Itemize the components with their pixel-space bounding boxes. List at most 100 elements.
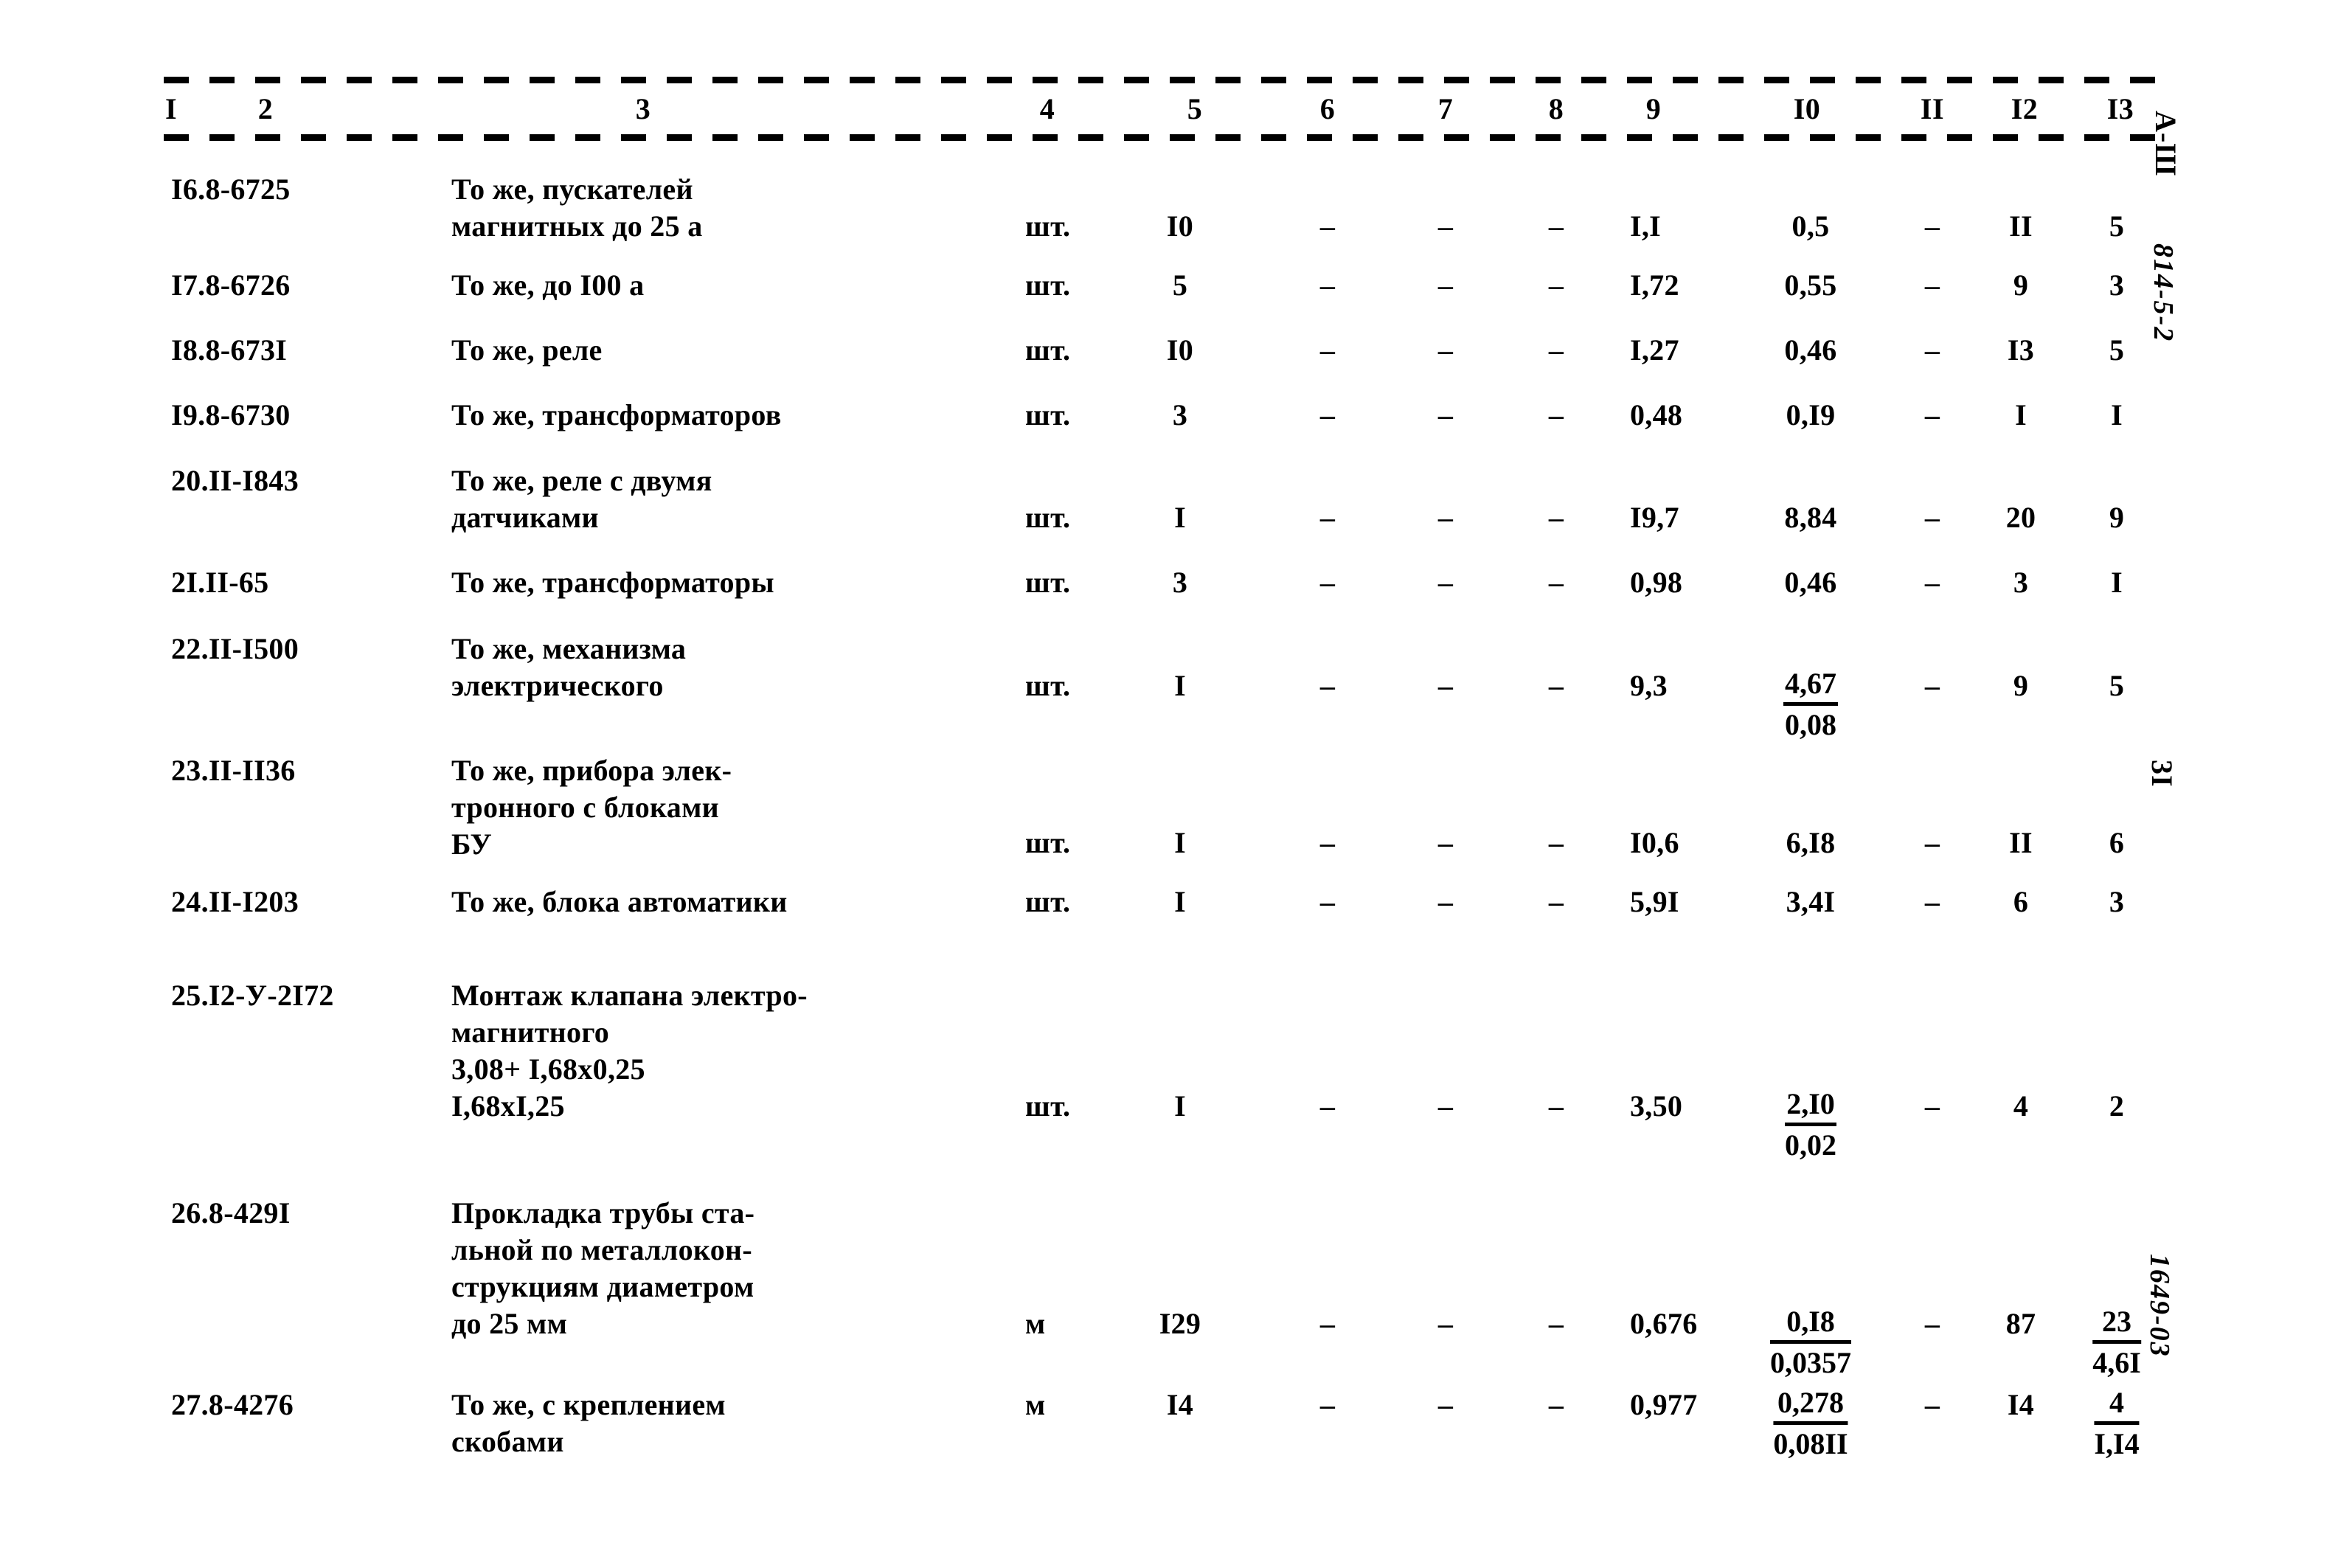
row-description-line: льной по металлокон- <box>451 1233 752 1266</box>
row-col9: I0,6 <box>1630 826 1679 859</box>
row-description-line: скобами <box>451 1425 564 1458</box>
row-col10-fraction: 2,I0 0,02 <box>1785 1086 1836 1163</box>
row-col12: 9 <box>2013 669 2029 702</box>
row-col13: I <box>2111 398 2123 431</box>
row-description-line: То же, с креплением <box>451 1388 726 1421</box>
row-code: 20.II-I843 <box>171 464 299 497</box>
row-col13-fraction: 4 I,I4 <box>2094 1385 2140 1462</box>
row-col13-denominator: 4,6I <box>2092 1346 2141 1379</box>
row-description-line: электрического <box>451 669 664 702</box>
row-description-line: до 25 мм <box>451 1307 568 1340</box>
row-unit: шт. <box>1025 669 1071 702</box>
row-unit: шт. <box>1025 333 1071 367</box>
row-quantity: I0 <box>1166 333 1194 367</box>
row-col12: 9 <box>2013 268 2029 302</box>
row-col6: – <box>1319 398 1336 431</box>
row-code: 25.I2-У-2I72 <box>171 979 334 1012</box>
row-unit: шт. <box>1025 1089 1071 1123</box>
row-unit: шт. <box>1025 398 1071 431</box>
row-col9: 0,676 <box>1630 1307 1698 1340</box>
row-col11: – <box>1924 209 1940 243</box>
row-col10: 0,46 <box>1784 566 1837 599</box>
row-col7: – <box>1437 885 1454 918</box>
row-col10-denominator: 0,08II <box>1773 1427 1848 1460</box>
row-col13: 2 <box>2109 1089 2125 1123</box>
row-col6: – <box>1319 566 1336 599</box>
row-col7: – <box>1437 268 1454 302</box>
row-code: 26.8-429I <box>171 1196 291 1229</box>
row-description-line: То же, до I00 а <box>451 268 645 302</box>
row-col10-numerator: 0,I8 <box>1770 1304 1851 1344</box>
row-col6: – <box>1319 1388 1336 1421</box>
row-description-line: То же, прибора элек- <box>451 754 732 787</box>
row-col6: – <box>1319 1307 1336 1340</box>
row-col12: I4 <box>2007 1388 2035 1421</box>
row-col6: – <box>1319 885 1336 918</box>
row-col10: 0,46 <box>1784 333 1837 367</box>
row-col6: – <box>1319 268 1336 302</box>
row-code: I7.8-6726 <box>171 268 291 302</box>
row-col12: II <box>2009 209 2033 243</box>
margin-stamp-series: А-Ш <box>2149 111 2182 177</box>
row-col13: I <box>2111 566 2123 599</box>
row-col10: 3,4I <box>1786 885 1836 918</box>
row-col7: – <box>1437 501 1454 534</box>
row-description-line: То же, механизма <box>451 632 687 665</box>
row-description-line: То же, трансформаторов <box>451 398 782 431</box>
row-description-line: Монтаж клапана электро- <box>451 979 808 1012</box>
row-col10: 0,55 <box>1784 268 1837 302</box>
row-unit: шт. <box>1025 209 1071 243</box>
margin-handwritten-bottom: 1649-03 <box>2144 1254 2175 1358</box>
row-col13: 3 <box>2109 268 2125 302</box>
row-col8: – <box>1548 333 1564 367</box>
row-col7: – <box>1437 1089 1454 1123</box>
row-col13: 9 <box>2109 501 2125 534</box>
row-col11: – <box>1924 826 1940 859</box>
row-col13-numerator: 4 <box>2094 1385 2140 1425</box>
row-col11: – <box>1924 501 1940 534</box>
margin-handwritten-top: 814-5-2 <box>2148 243 2179 343</box>
row-col10-denominator: 0,02 <box>1785 1128 1836 1162</box>
row-col10-fraction: 4,67 0,08 <box>1783 666 1838 743</box>
row-code: 24.II-I203 <box>171 885 299 918</box>
row-col13: 5 <box>2109 669 2125 702</box>
row-quantity: 3 <box>1172 398 1188 431</box>
row-col7: – <box>1437 398 1454 431</box>
page-number-marker: 3I <box>2145 760 2179 788</box>
row-quantity: I <box>1174 826 1186 859</box>
row-col6: – <box>1319 669 1336 702</box>
row-col12: 3 <box>2013 566 2029 599</box>
row-col10: 0,5 <box>1791 209 1830 243</box>
row-col11: – <box>1924 268 1940 302</box>
row-description-line: 3,08+ I,68х0,25 <box>451 1052 645 1086</box>
row-quantity: I <box>1174 501 1186 534</box>
row-description-line: струкциям диаметром <box>451 1270 754 1303</box>
row-col7: – <box>1437 826 1454 859</box>
row-unit: м <box>1025 1307 1046 1340</box>
row-col6: – <box>1319 333 1336 367</box>
row-col10-fraction: 0,I8 0,0357 <box>1770 1304 1851 1381</box>
row-unit: шт. <box>1025 268 1071 302</box>
row-code: 23.II-II36 <box>171 754 296 787</box>
row-col9: 5,9I <box>1630 885 1679 918</box>
row-description-line: То же, пускателей <box>451 173 693 206</box>
row-description-line: БУ <box>451 828 492 861</box>
row-col6: – <box>1319 1089 1336 1123</box>
row-col13: 3 <box>2109 885 2125 918</box>
row-col13: 6 <box>2109 826 2125 859</box>
row-unit: м <box>1025 1388 1046 1421</box>
row-quantity: I0 <box>1166 209 1194 243</box>
row-col12: I <box>2015 398 2027 431</box>
row-description-line: То же, блока автоматики <box>451 885 788 918</box>
row-col8: – <box>1548 1307 1564 1340</box>
row-col13-fraction: 23 4,6I <box>2092 1304 2141 1381</box>
row-col11: – <box>1924 1089 1940 1123</box>
row-col12: 20 <box>2005 501 2036 534</box>
row-col9: 0,98 <box>1630 566 1683 599</box>
row-quantity: I <box>1174 885 1186 918</box>
row-col7: – <box>1437 1307 1454 1340</box>
row-quantity: 5 <box>1172 268 1188 302</box>
row-col12: 87 <box>2005 1307 2036 1340</box>
row-col9: I9,7 <box>1630 501 1679 534</box>
row-col6: – <box>1319 209 1336 243</box>
